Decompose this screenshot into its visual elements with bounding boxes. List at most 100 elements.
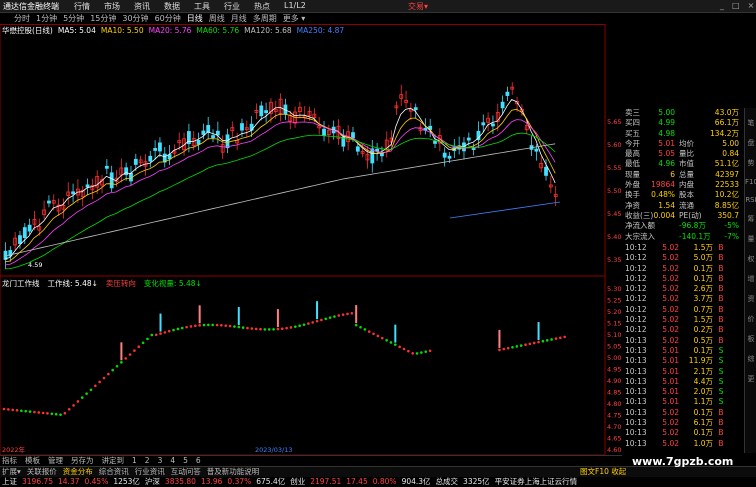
minimize-icon[interactable]: _ (720, 1, 724, 10)
sidebar-button[interactable]: 价 (745, 314, 756, 324)
menu-news[interactable]: 资讯 (134, 1, 150, 12)
indicator-dot (176, 327, 180, 331)
f10-toggle[interactable]: 图文F10 收起 (580, 467, 626, 477)
indicator-dot (128, 353, 132, 356)
kline-chart[interactable]: 5.65 5.60 5.55 5.50 5.45 5.40 5.35 5.30 5.25 5.20… (0, 24, 625, 455)
right-sidebar: 笔盘势 F10 RSI 筹量权增资价板综更 (744, 108, 756, 453)
index-value: 3835.80 (164, 477, 196, 486)
sidebar-button[interactable]: 更 (745, 374, 756, 384)
indicator-tab[interactable]: 2 (145, 456, 150, 466)
status-item[interactable]: 互动问答 (171, 467, 201, 477)
period-tab-0[interactable]: 分时 (14, 13, 30, 24)
tick-row: 10:13 5.02 0.1万 B (625, 428, 744, 438)
status-item[interactable]: 资金分布 (63, 467, 93, 477)
status-item[interactable]: 关联报价 (27, 467, 57, 477)
tick-row: 10:12 5.02 1.5万 B (625, 315, 744, 325)
sidebar-button[interactable]: 量 (745, 234, 756, 244)
menu-tools[interactable]: 工具 (194, 1, 210, 12)
candle-body (447, 155, 452, 159)
quote-label2: 量比 (679, 149, 694, 159)
indicator-tab[interactable]: 指标 (2, 456, 17, 466)
period-tab-8[interactable]: 月线 (231, 13, 247, 24)
sidebar-button[interactable]: 资 (745, 294, 756, 304)
indicator-tab[interactable]: 管理 (48, 456, 63, 466)
indicator-tab[interactable]: 4 (170, 456, 175, 466)
tick-row: 10:13 5.01 0.1万 S (625, 346, 744, 356)
period-tab-6[interactable]: 日线 (187, 13, 203, 24)
candle-body (27, 224, 32, 232)
period-tab-3[interactable]: 15分钟 (90, 13, 116, 24)
indicator-dot (89, 388, 93, 392)
sidebar-button[interactable]: 综 (745, 354, 756, 364)
tick-list[interactable]: 10:12 5.02 1.5万 B 10:12 5.02 5.0万 B 10:12 5.02 0.1… (625, 243, 744, 449)
menu-market[interactable]: 市场 (104, 1, 120, 12)
quote-row: 换手 0.48% 股本 10.2亿 (625, 190, 744, 200)
menu-quotes[interactable]: 行情 (74, 1, 90, 12)
period-tab-7[interactable]: 周线 (209, 13, 225, 24)
indicator-dot (537, 340, 540, 344)
quote-label: 换手 (625, 190, 640, 200)
period-list: 分时 1分钟 5分钟 15分钟 30分钟 60分钟 日线 周线 月线 多周期 更多 ▾ (14, 13, 305, 24)
indicator-tab[interactable]: 1 (132, 456, 137, 466)
indicator-tab[interactable]: 5 (183, 456, 188, 466)
indicator-tab[interactable]: 另存为 (71, 456, 94, 466)
status-item[interactable]: 扩展▾ (2, 467, 21, 477)
period-tab-9[interactable]: 多周期 (253, 13, 277, 24)
tick-row: 10:13 5.02 0.1万 B (625, 408, 744, 418)
sidebar-button[interactable]: 盘 (745, 138, 756, 148)
indicator-tab[interactable]: 模板 (25, 456, 40, 466)
quote-value2: 51.1亿 (714, 159, 739, 169)
period-tab-5[interactable]: 60分钟 (155, 13, 181, 24)
sidebar-button[interactable]: 笔 (745, 118, 756, 128)
tick-side: S (718, 387, 724, 397)
quote-row: 买五 4.98 134.2万 (625, 129, 744, 139)
quote-label2: 内盘 (679, 180, 694, 190)
year-label: 2022年 (2, 445, 26, 454)
indicator-tab[interactable]: 讲定到 (102, 456, 125, 466)
indicator-tab[interactable]: 3 (158, 456, 163, 466)
sidebar-button[interactable]: F10 (745, 178, 756, 186)
indicator-bar (537, 322, 540, 341)
sidebar-button[interactable]: 权 (745, 254, 756, 264)
tick-side: B (718, 263, 724, 273)
tick-volume: 1.5万 (693, 243, 713, 252)
candle-body (355, 146, 360, 152)
sidebar-button[interactable]: 筹 (745, 214, 756, 224)
sidebar-button[interactable]: 增 (745, 274, 756, 284)
indicator-tab[interactable]: 6 (196, 456, 201, 466)
sidebar-button[interactable]: 势 (745, 158, 756, 168)
menu-hot[interactable]: 热点 (254, 1, 270, 12)
quote-value: 5.05 (658, 149, 675, 159)
quote-value: 19864 (651, 180, 675, 190)
menu-data[interactable]: 数据 (164, 1, 180, 12)
index-value: 上证 (2, 477, 17, 486)
close-icon[interactable]: × (748, 1, 755, 10)
candle-body (264, 110, 269, 114)
indicator-bar (237, 307, 240, 326)
status-item[interactable]: 普及新功能说明 (207, 467, 260, 477)
period-tab-10[interactable]: 更多 ▾ (283, 13, 306, 24)
sidebar-button[interactable]: RSI (745, 196, 756, 204)
period-tab-1[interactable]: 1分钟 (36, 13, 57, 24)
tick-volume: 0.1万 (693, 428, 713, 438)
tick-volume: 0.5万 (693, 335, 713, 345)
quote-label2: -140.1万 (679, 231, 711, 241)
indicator-dot (554, 337, 558, 340)
status-item[interactable]: 综合资讯 (99, 467, 129, 477)
trade-button[interactable]: 交易▾ (408, 1, 428, 12)
quote-value (647, 221, 675, 231)
indicator-tick-label: 4.65 (607, 435, 621, 443)
period-tab-2[interactable]: 5分钟 (63, 13, 84, 24)
price-axis: 5.65 5.60 5.55 5.50 5.45 5.40 5.35 5.30 5.25 5.20… (607, 118, 621, 454)
sidebar-button[interactable]: 板 (745, 334, 756, 344)
tick-row: 10:12 5.02 0.1万 B (625, 264, 744, 274)
maximize-icon[interactable]: □ (732, 1, 740, 10)
indicator-dot (154, 333, 158, 337)
status-item[interactable]: 行业资讯 (135, 467, 165, 477)
tick-row: 10:13 5.02 6.1万 B (625, 418, 744, 428)
indicator-dot (33, 410, 36, 414)
period-tab-4[interactable]: 30分钟 (122, 13, 148, 24)
tick-time: 10:13 (625, 397, 647, 407)
menu-l1l2[interactable]: L1/L2 (284, 1, 306, 12)
menu-industry[interactable]: 行业 (224, 1, 240, 12)
